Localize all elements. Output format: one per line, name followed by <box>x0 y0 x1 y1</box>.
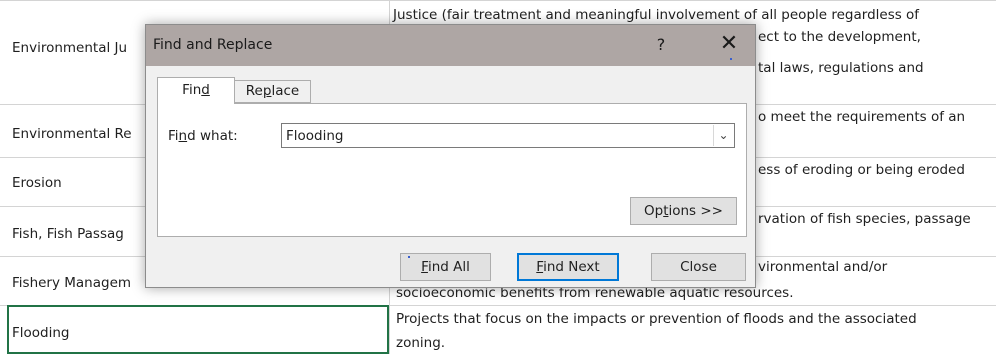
cell-term[interactable]: Flooding <box>12 325 69 341</box>
tab-find[interactable]: Find <box>157 77 235 104</box>
cell-definition-line: Justice (fair treatment and meaningful i… <box>393 7 920 23</box>
options-button[interactable]: Options >> <box>630 197 737 225</box>
cell-definition-line: zoning. <box>396 335 446 351</box>
find-all-button[interactable]: Find All <box>400 253 491 281</box>
cell-term[interactable]: Fish, Fish Passag <box>12 226 124 242</box>
find-what-input[interactable] <box>286 127 706 145</box>
help-button[interactable]: ? <box>648 33 674 57</box>
tab-replace[interactable]: Replace <box>235 80 311 103</box>
cell-definition-line: rvation of fish species, passage <box>758 211 971 227</box>
row-divider <box>0 0 996 1</box>
cell-definition-line: ess of eroding or being eroded <box>758 162 965 178</box>
cell-definition-line: tal laws, regulations and <box>758 60 924 76</box>
cell-term[interactable]: Erosion <box>12 175 62 191</box>
cell-definition-line: o meet the requirements of an <box>758 109 966 125</box>
close-button[interactable]: Close <box>651 253 746 281</box>
find-what-combobox[interactable]: ⌄ <box>281 123 735 148</box>
cell-term[interactable]: Environmental Ju <box>12 40 127 56</box>
cursor-dot-icon <box>408 256 410 258</box>
find-panel: Find what: ⌄ Options >> <box>157 103 747 237</box>
cursor-dot-icon <box>730 58 732 60</box>
cell-definition-line: vironmental and/or <box>758 259 888 275</box>
cell-term[interactable]: Fishery Managem <box>12 275 131 291</box>
close-icon[interactable]: ✕ <box>716 31 742 59</box>
cell-definition-line: Projects that focus on the impacts or pr… <box>396 311 917 327</box>
dialog-title: Find and Replace <box>153 37 273 53</box>
find-next-button[interactable]: Find Next <box>517 253 619 281</box>
find-what-label: Find what: <box>168 128 238 144</box>
cell-definition-line: ect to the development, <box>758 29 921 45</box>
find-replace-dialog: Find and Replace ? ✕ Find Replace Find w… <box>145 24 756 288</box>
chevron-down-icon[interactable]: ⌄ <box>713 125 733 146</box>
cell-term[interactable]: Environmental Re <box>12 126 132 142</box>
dialog-titlebar[interactable]: Find and Replace ? ✕ <box>146 25 755 66</box>
